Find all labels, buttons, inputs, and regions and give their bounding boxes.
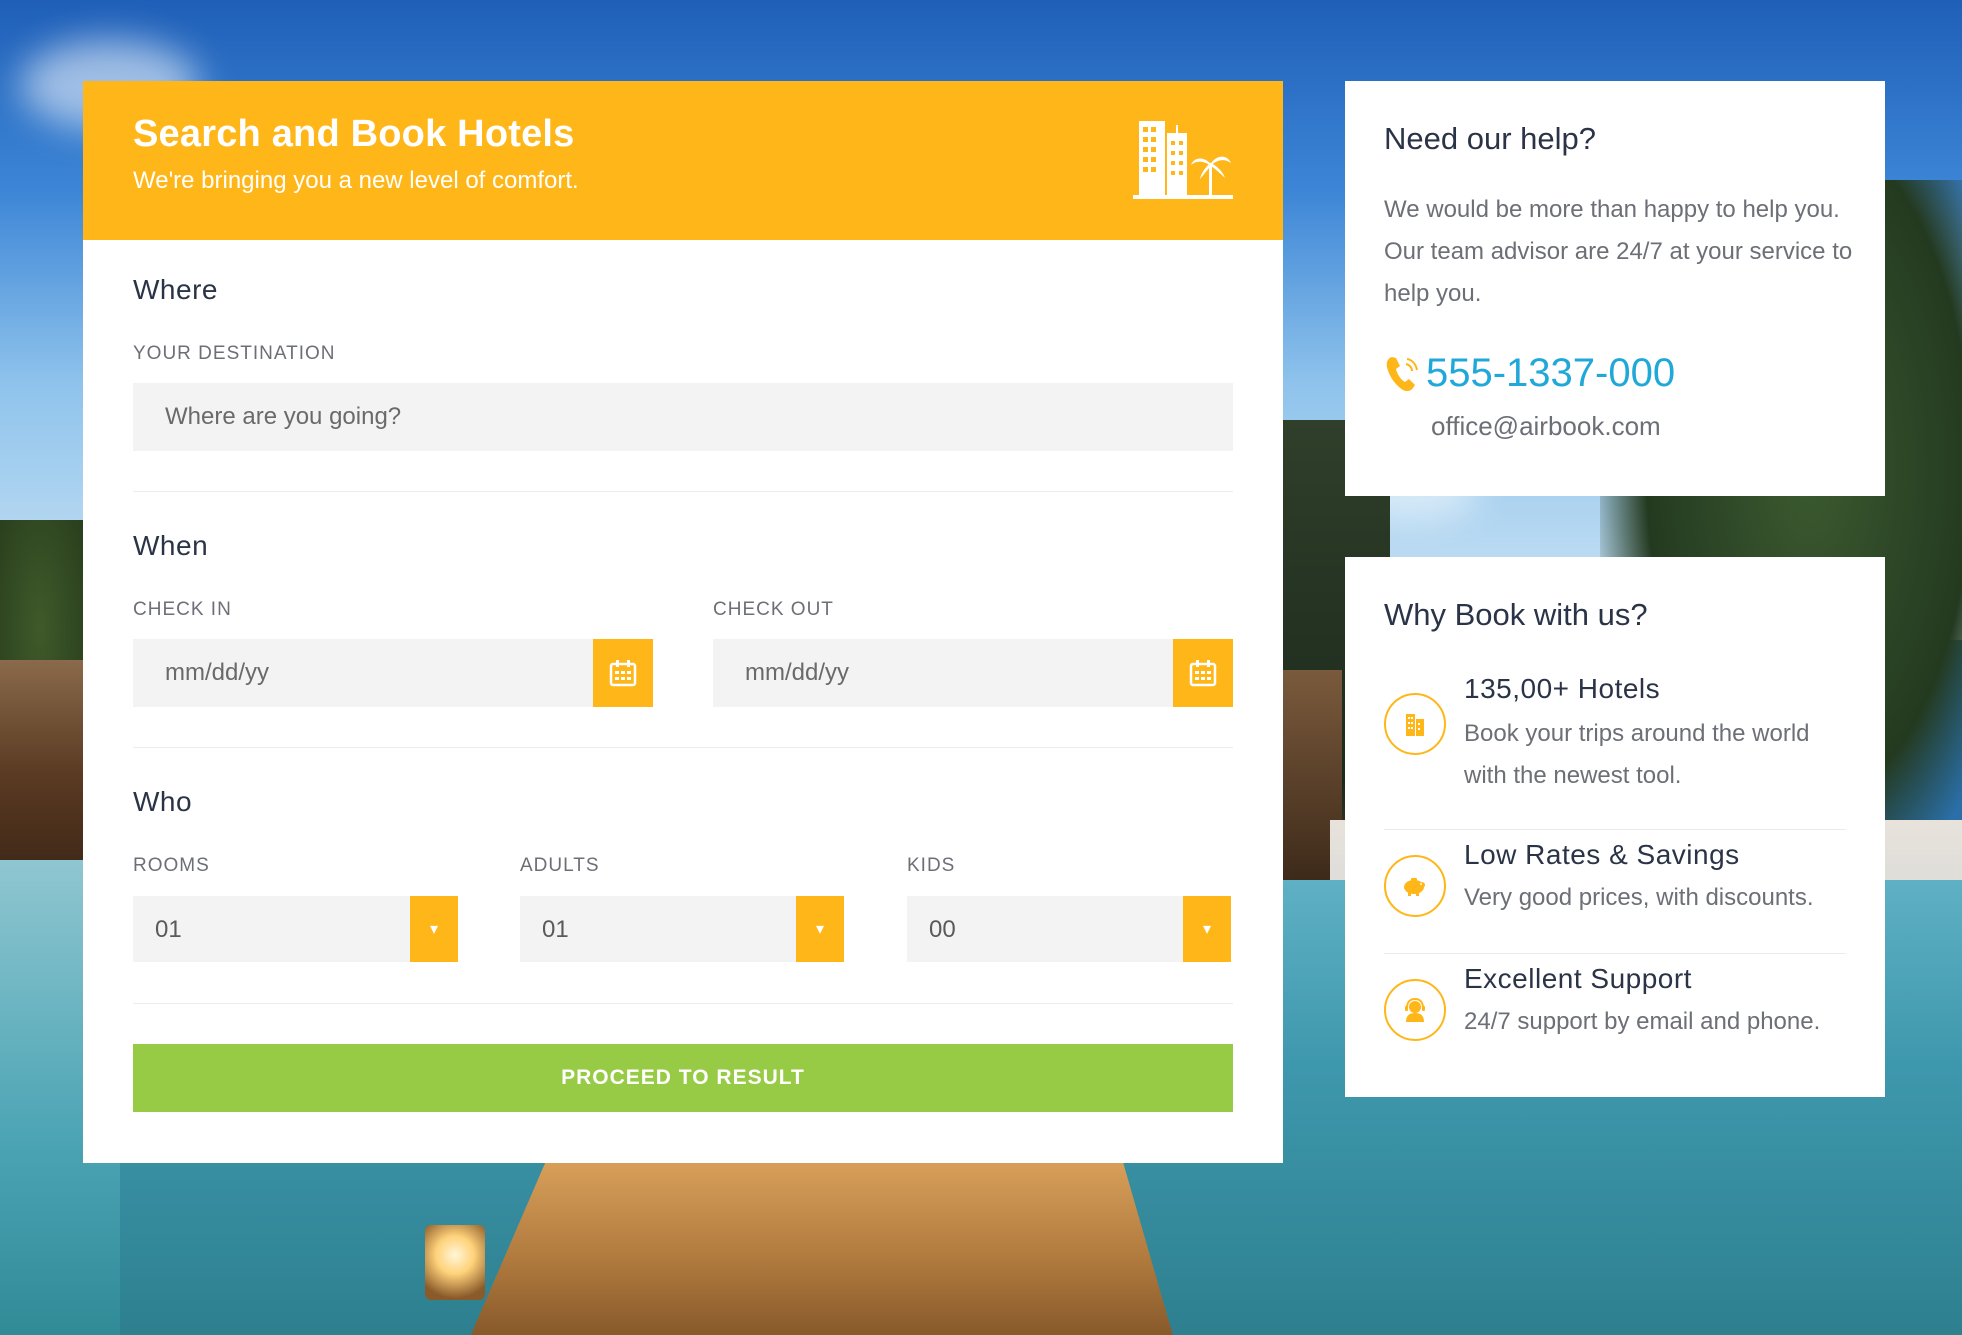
help-text: We would be more than happy to help you.… bbox=[1384, 196, 1853, 307]
feature-title: Low Rates & Savings bbox=[1464, 839, 1740, 870]
checkin-calendar-button[interactable] bbox=[593, 639, 653, 707]
kids-select[interactable]: 00 ▾ bbox=[907, 896, 1231, 962]
help-title: Need our help? bbox=[1384, 121, 1596, 156]
section-divider bbox=[133, 747, 1233, 748]
card-subtitle: We're bringing you a new level of comfor… bbox=[133, 167, 579, 194]
piggy-bank-icon bbox=[1384, 855, 1446, 917]
rooms-value: 01 bbox=[155, 916, 182, 943]
adults-label: ADULTS bbox=[520, 855, 600, 876]
section-when-label: When bbox=[133, 530, 209, 561]
chevron-down-icon[interactable]: ▾ bbox=[1183, 896, 1231, 962]
chevron-down-icon[interactable]: ▾ bbox=[796, 896, 844, 962]
feature-item: 135,00+ Hotels Book your trips around th… bbox=[1384, 673, 1846, 817]
card-header: Search and Book Hotels We're bringing yo… bbox=[83, 81, 1283, 240]
help-phone-link[interactable]: 555-1337-000 bbox=[1426, 351, 1675, 396]
help-email-link[interactable]: office@airbook.com bbox=[1431, 411, 1661, 442]
hotel-search-card: Search and Book Hotels We're bringing yo… bbox=[83, 81, 1283, 1163]
feature-title: 135,00+ Hotels bbox=[1464, 673, 1661, 704]
support-agent-icon bbox=[1384, 979, 1446, 1041]
section-who-label: Who bbox=[133, 786, 193, 817]
calendar-icon bbox=[1189, 660, 1217, 687]
help-card: Need our help? We would be more than hap… bbox=[1345, 81, 1885, 496]
adults-select[interactable]: 01 ▾ bbox=[520, 896, 844, 962]
proceed-to-result-button[interactable]: PROCEED TO RESULT bbox=[133, 1044, 1233, 1112]
checkout-label: CHECK OUT bbox=[713, 599, 834, 620]
feature-item: Low Rates & Savings Very good prices, wi… bbox=[1384, 839, 1846, 943]
kids-label: KIDS bbox=[907, 855, 956, 876]
kids-value: 00 bbox=[929, 916, 956, 943]
why-title: Why Book with us? bbox=[1384, 597, 1648, 632]
hotel-icon bbox=[1384, 693, 1446, 755]
section-where-label: Where bbox=[133, 274, 218, 305]
card-title: Search and Book Hotels bbox=[133, 113, 575, 155]
chevron-down-icon[interactable]: ▾ bbox=[410, 896, 458, 962]
checkout-calendar-button[interactable] bbox=[1173, 639, 1233, 707]
why-book-card: Why Book with us? 135,00+ Hotels Book yo… bbox=[1345, 557, 1885, 1097]
rooms-select[interactable]: 01 ▾ bbox=[133, 896, 458, 962]
feature-divider bbox=[1384, 829, 1846, 830]
feature-description: Book your trips around the world with th… bbox=[1464, 720, 1810, 789]
feature-item: Excellent Support 24/7 support by email … bbox=[1384, 963, 1846, 1067]
phone-row: 555-1337-000 bbox=[1384, 351, 1675, 396]
hotel-building-palm-icon bbox=[1133, 121, 1233, 199]
calendar-icon bbox=[609, 660, 637, 687]
destination-input[interactable] bbox=[133, 383, 1233, 451]
feature-divider bbox=[1384, 953, 1846, 954]
destination-label: YOUR DESTINATION bbox=[133, 343, 336, 364]
adults-value: 01 bbox=[542, 916, 569, 943]
wooden-pier bbox=[460, 1160, 1180, 1335]
section-divider bbox=[133, 1003, 1233, 1004]
section-divider bbox=[133, 491, 1233, 492]
feature-description: Very good prices, with discounts. bbox=[1464, 884, 1814, 911]
checkout-input[interactable] bbox=[713, 639, 1173, 707]
pier-lamp bbox=[425, 1225, 485, 1300]
feature-title: Excellent Support bbox=[1464, 963, 1692, 994]
rooms-label: ROOMS bbox=[133, 855, 210, 876]
hut-left bbox=[0, 660, 90, 890]
feature-description: 24/7 support by email and phone. bbox=[1464, 1008, 1821, 1035]
phone-icon bbox=[1386, 356, 1418, 391]
checkin-label: CHECK IN bbox=[133, 599, 232, 620]
checkin-input[interactable] bbox=[133, 639, 593, 707]
